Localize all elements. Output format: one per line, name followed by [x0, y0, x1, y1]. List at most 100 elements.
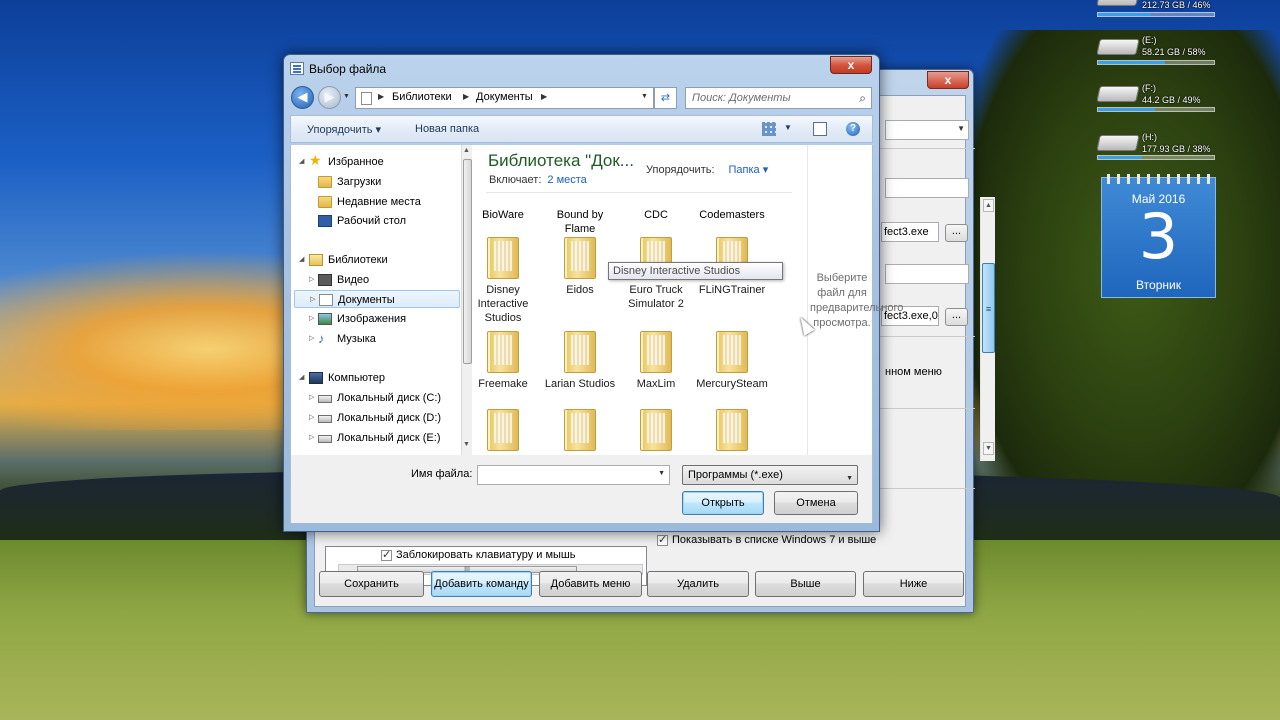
- drive-usage-bar: [1097, 155, 1215, 160]
- expand-arrow-icon[interactable]: ◢: [299, 369, 304, 387]
- show-windows7-checkbox[interactable]: [657, 533, 668, 546]
- history-dropdown-icon[interactable]: ▼: [343, 93, 350, 100]
- folder-item[interactable]: Disney Interactive Studios: [472, 237, 541, 325]
- back-arrow-icon[interactable]: ◀: [291, 86, 314, 109]
- search-input[interactable]: Поиск: Документы ⌕: [685, 87, 872, 109]
- browse-icon-button[interactable]: ...: [945, 308, 968, 326]
- breadcrumb-documents[interactable]: Документы: [476, 91, 533, 103]
- context-menu-label: нном меню: [885, 366, 942, 378]
- libraries-icon: [309, 254, 323, 266]
- folder-item[interactable]: [542, 409, 618, 455]
- hard-drive-icon: [1096, 39, 1140, 55]
- move-up-button[interactable]: Выше: [755, 571, 856, 597]
- nav-images[interactable]: ▷ Изображения: [291, 310, 457, 328]
- nav-video[interactable]: ▷ Видео: [291, 271, 457, 289]
- calendar-gadget[interactable]: Май 2016 3 Вторник: [1101, 174, 1216, 298]
- nav-downloads[interactable]: Загрузки: [291, 173, 457, 191]
- library-includes: Включает: 2 места: [489, 174, 587, 186]
- folder-item[interactable]: Freemake: [472, 331, 541, 391]
- breadcrumb-libraries[interactable]: Библиотеки: [392, 91, 452, 103]
- file-name-input[interactable]: ▼: [477, 465, 670, 485]
- scroll-thumb[interactable]: ≡: [982, 263, 995, 353]
- folder-item[interactable]: Larian Studios: [542, 331, 618, 391]
- expand-arrow-icon[interactable]: ◢: [299, 153, 304, 171]
- file-name-dropdown-icon[interactable]: ▼: [658, 470, 665, 477]
- chevron-right-icon[interactable]: ▶: [378, 92, 384, 101]
- nav-music[interactable]: ▷ ♪ Музыка: [291, 330, 457, 348]
- nav-libraries[interactable]: ◢ Библиотеки: [291, 251, 457, 269]
- file-type-select[interactable]: Программы (*.exe) ▼: [682, 465, 858, 485]
- checkbox[interactable]: [381, 548, 392, 561]
- folder-item[interactable]: [618, 409, 694, 455]
- browse-button[interactable]: ...: [945, 224, 968, 242]
- address-dropdown-icon[interactable]: ▼: [641, 93, 648, 100]
- nav-recent-places[interactable]: Недавние места: [291, 193, 457, 211]
- scroll-down-arrow-icon[interactable]: ▼: [463, 441, 470, 448]
- folder-item[interactable]: [694, 409, 770, 455]
- parent-field-2[interactable]: [885, 264, 969, 284]
- file-type-dropdown-icon[interactable]: ▼: [846, 470, 853, 488]
- collapse-arrow-icon[interactable]: ▷: [309, 389, 314, 407]
- drive-name: (E:): [1142, 35, 1157, 45]
- documents-library-icon: [319, 294, 333, 306]
- folder-item[interactable]: Codemasters: [694, 208, 770, 222]
- folder-item[interactable]: CDC: [618, 208, 694, 222]
- dialog-close-button[interactable]: x: [830, 56, 872, 74]
- collapse-arrow-icon[interactable]: ▷: [309, 330, 314, 348]
- chevron-right-icon[interactable]: ▶: [541, 92, 547, 101]
- local-disk-icon: [318, 435, 332, 443]
- preview-pane-icon[interactable]: [813, 122, 827, 136]
- move-down-button[interactable]: Ниже: [863, 571, 964, 597]
- nav-desktop[interactable]: Рабочий стол: [291, 212, 457, 230]
- help-icon[interactable]: ?: [846, 122, 860, 136]
- folder-item[interactable]: [472, 409, 541, 455]
- address-bar[interactable]: ▶ Библиотеки ▶ Документы ▶ ▼: [355, 87, 654, 109]
- parent-close-button[interactable]: x: [927, 71, 969, 89]
- star-icon: ★: [309, 152, 322, 168]
- parent-field-1[interactable]: [885, 178, 969, 198]
- forward-arrow-icon[interactable]: ▶: [318, 86, 341, 109]
- folder-item[interactable]: MaxLim: [618, 331, 694, 391]
- arrange-by-dropdown[interactable]: Папка ▾: [729, 164, 769, 176]
- folder-item[interactable]: Bound by Flame: [542, 208, 618, 236]
- search-icon[interactable]: ⌕: [859, 88, 866, 108]
- includes-locations-link[interactable]: 2 места: [547, 174, 586, 186]
- collapse-arrow-icon[interactable]: ▷: [309, 409, 314, 427]
- add-command-button[interactable]: Добавить команду: [431, 571, 532, 597]
- folder-icon: [487, 237, 519, 279]
- nav-computer[interactable]: ◢ Компьютер: [291, 369, 457, 387]
- exe-path-field[interactable]: fect3.exe: [881, 222, 939, 242]
- delete-button[interactable]: Удалить: [647, 571, 749, 597]
- nav-disk-e[interactable]: ▷ Локальный диск (E:): [291, 429, 457, 447]
- chevron-right-icon[interactable]: ▶: [463, 92, 469, 101]
- folder-item[interactable]: Eidos: [542, 237, 618, 297]
- nav-favorites[interactable]: ◢ ★ Избранное: [291, 153, 457, 171]
- new-folder-button[interactable]: Новая папка: [415, 123, 479, 135]
- change-view-icon[interactable]: [762, 122, 776, 136]
- parent-combo[interactable]: [885, 120, 969, 140]
- open-button[interactable]: Открыть: [682, 491, 764, 515]
- scroll-up-arrow-icon[interactable]: ▲: [463, 147, 470, 154]
- refresh-icon[interactable]: ⇄: [654, 87, 677, 109]
- nav-disk-c[interactable]: ▷ Локальный диск (C:): [291, 389, 457, 407]
- add-menu-button[interactable]: Добавить меню: [539, 571, 642, 597]
- scroll-down-arrow-icon[interactable]: ▼: [983, 442, 994, 455]
- nav-documents[interactable]: ▷ Документы: [294, 290, 460, 308]
- scroll-thumb[interactable]: [463, 159, 472, 364]
- view-dropdown-icon[interactable]: ▼: [784, 123, 792, 132]
- collapse-arrow-icon[interactable]: ▷: [310, 291, 315, 309]
- folder-item[interactable]: MercurySteam: [694, 331, 770, 391]
- expand-arrow-icon[interactable]: ◢: [299, 251, 304, 269]
- collapse-arrow-icon[interactable]: ▷: [309, 310, 314, 328]
- list-item[interactable]: Заблокировать клавиатуру и мышь: [381, 548, 576, 561]
- organize-button[interactable]: Упорядочить ▾: [307, 123, 381, 136]
- collapse-arrow-icon[interactable]: ▷: [309, 429, 314, 447]
- show-windows7-option[interactable]: Показывать в списке Windows 7 и выше: [657, 533, 876, 546]
- save-button[interactable]: Сохранить: [319, 571, 424, 597]
- cancel-button[interactable]: Отмена: [774, 491, 858, 515]
- scroll-up-arrow-icon[interactable]: ▲: [983, 199, 994, 212]
- nav-disk-d[interactable]: ▷ Локальный диск (D:): [291, 409, 457, 427]
- collapse-arrow-icon[interactable]: ▷: [309, 271, 314, 289]
- folder-item[interactable]: BioWare: [472, 208, 541, 222]
- file-list-scrollbar[interactable]: ▲ ≡ ▼: [980, 197, 995, 461]
